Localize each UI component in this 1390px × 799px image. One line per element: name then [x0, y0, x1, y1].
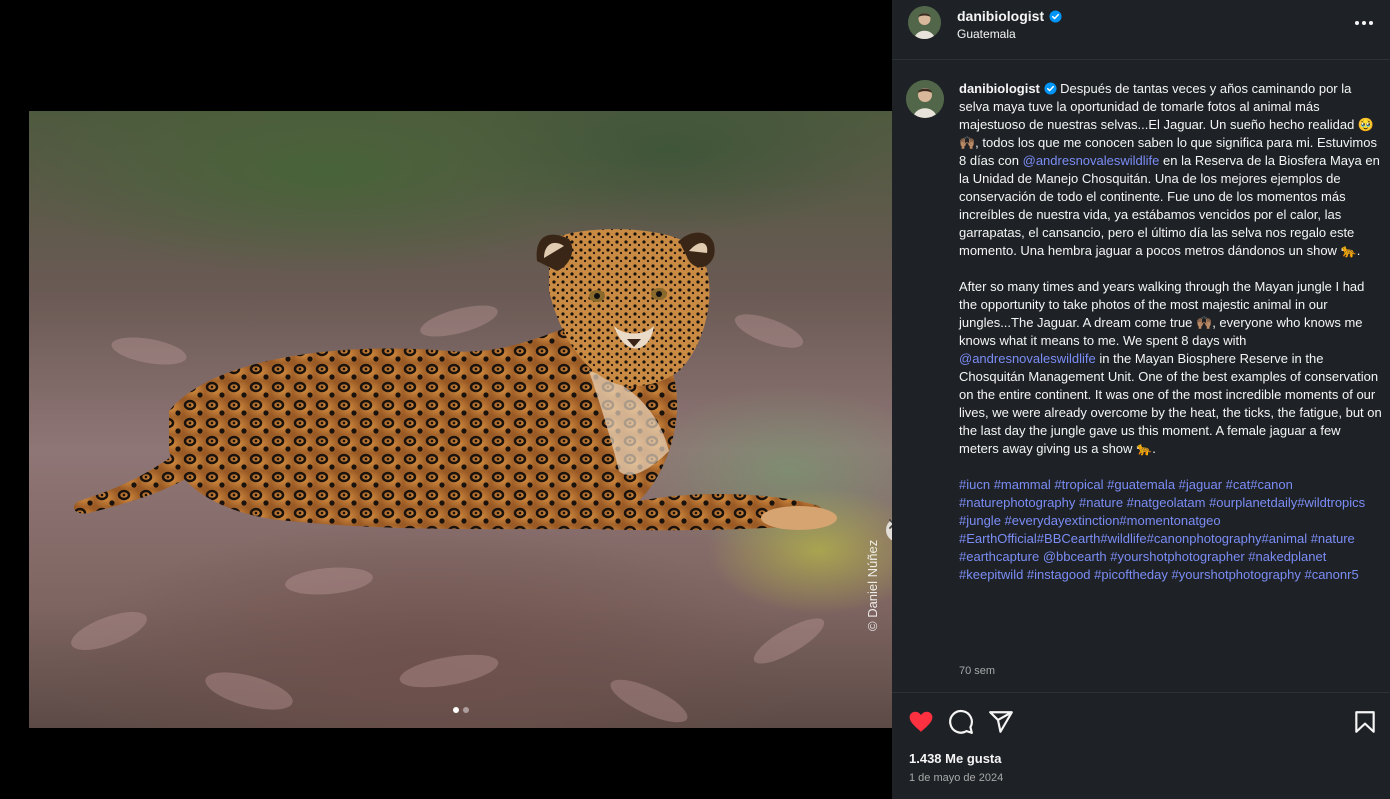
avatar[interactable]: [906, 80, 944, 118]
header-username-text[interactable]: danibiologist: [957, 8, 1044, 24]
verified-badge-icon: [1049, 9, 1062, 23]
media-area: © Daniel Núñez: [0, 0, 892, 799]
comment-icon[interactable]: [948, 709, 974, 735]
time-ago: 70 sem: [959, 665, 996, 677]
photo-credit: © Daniel Núñez: [865, 539, 880, 631]
like-count[interactable]: 1.438 Me gusta: [909, 751, 1002, 766]
action-bar: 1.438 Me gusta 1 de mayo de 2024: [892, 692, 1390, 799]
post-header: danibiologist Guatemala: [892, 0, 1390, 60]
jaguar-illustration: [71, 229, 837, 723]
carousel-indicator: [453, 707, 469, 713]
caption-section: danibiologist Después de tantas veces y …: [892, 61, 1390, 691]
heart-icon[interactable]: [908, 709, 934, 735]
avatar[interactable]: [908, 6, 941, 39]
caption-username[interactable]: danibiologist: [959, 81, 1040, 96]
carousel-dot-2: [463, 707, 469, 713]
post-date: 1 de mayo de 2024: [909, 772, 1004, 784]
caption-english-text-2: in the Mayan Biosphere Reserve in the Ch…: [959, 351, 1382, 456]
mention-link[interactable]: @andresnovaleswildlife: [1023, 153, 1160, 168]
avatar-image: [906, 80, 944, 118]
post-details-panel: danibiologist Guatemala danibiologist De…: [892, 0, 1390, 799]
caption-spanish-text-2: en la Reserva de la Biosfera Maya en la …: [959, 153, 1380, 258]
verified-badge-icon: [1043, 82, 1057, 95]
hashtags[interactable]: #iucn #mammal #tropical #guatemala #jagu…: [959, 476, 1383, 584]
mention-link[interactable]: @andresnovaleswildlife: [959, 351, 1096, 366]
header-username[interactable]: danibiologist: [957, 8, 1062, 24]
carousel-dot-1: [453, 707, 459, 713]
more-options-icon[interactable]: [1352, 14, 1376, 32]
caption-text: danibiologist Después de tantas veces y …: [959, 80, 1383, 584]
caption-english-text: After so many times and years walking th…: [959, 279, 1365, 348]
share-icon[interactable]: [988, 709, 1014, 735]
header-location[interactable]: Guatemala: [957, 27, 1016, 41]
bookmark-icon[interactable]: [1352, 709, 1378, 735]
avatar-image: [908, 6, 941, 39]
post-photo[interactable]: © Daniel Núñez: [29, 111, 892, 728]
